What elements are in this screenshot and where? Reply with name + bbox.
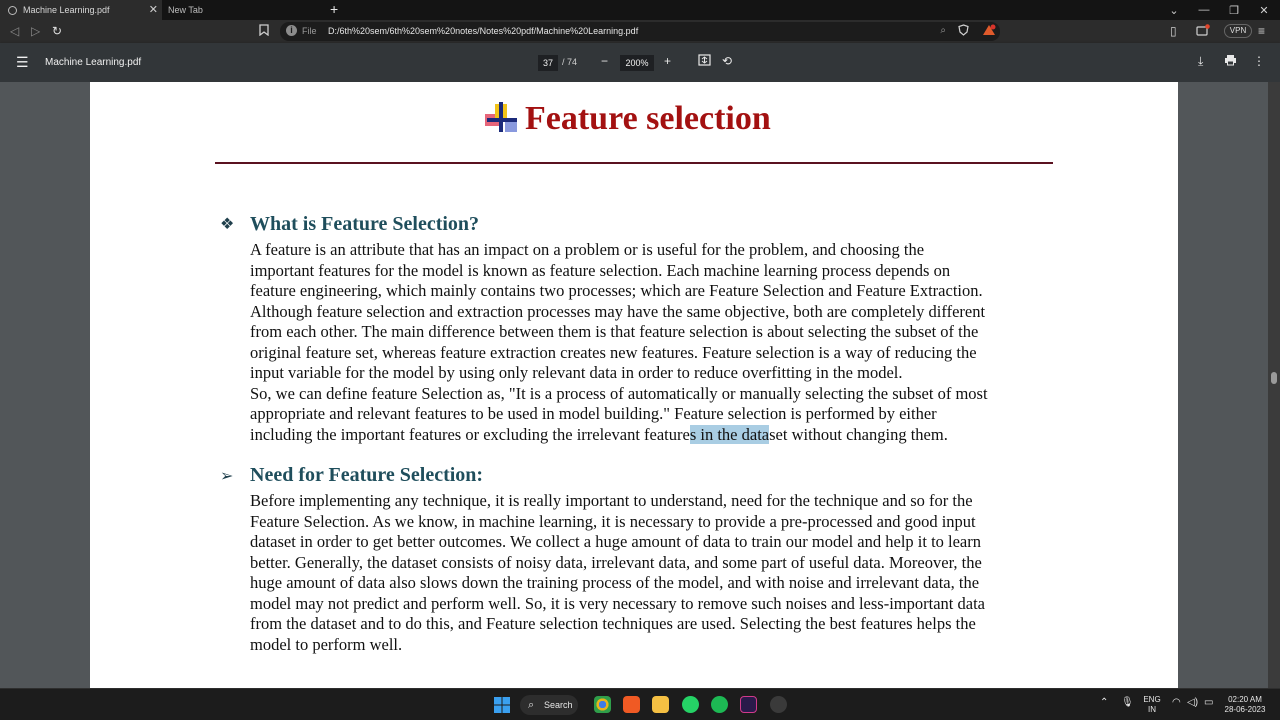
title-cross-icon <box>485 102 517 132</box>
rotate-icon[interactable]: ⟲ <box>722 54 732 68</box>
taskbar-search[interactable]: ⌕ Search <box>520 695 578 715</box>
text-line: important features for the model is know… <box>250 260 951 280</box>
title-rule <box>215 162 1053 164</box>
rewards-icon[interactable] <box>982 24 996 39</box>
zoom-level-input[interactable]: 200% <box>620 55 654 71</box>
section-paragraph: Before implementing any technique, it is… <box>250 491 1050 655</box>
globe-icon <box>8 5 17 15</box>
total-pages: / 74 <box>562 57 578 67</box>
chevron-up-icon[interactable]: ⌃ <box>1100 698 1108 708</box>
text-line: from the dataset and to do this, and Fea… <box>250 614 976 633</box>
minimize-button[interactable]: — <box>1190 0 1218 20</box>
forward-icon[interactable]: ▷ <box>31 24 40 38</box>
more-actions-icon[interactable]: ⋮ <box>1253 54 1265 68</box>
page-number-input[interactable]: 37 <box>538 55 558 71</box>
clock-date: 28-06-2023 <box>1224 705 1266 714</box>
text-line: model to perform well. <box>250 634 403 654</box>
media-app-icon[interactable] <box>740 696 757 713</box>
text-line: better. Generally, the dataset consists … <box>250 552 982 572</box>
address-bar[interactable]: i File D:/6th%20sem/6th%20sem%20notes/No… <box>280 22 1000 41</box>
pdf-page: Feature selection ❖ What is Feature Sele… <box>90 82 1178 688</box>
text-line: dataset in order to get better outcomes.… <box>250 532 982 551</box>
tab-label: New Tab <box>168 5 203 15</box>
text-fragment: set without changing them. <box>769 424 948 444</box>
chrome-icon[interactable] <box>594 696 611 713</box>
text-line: input variable for the model by using on… <box>250 363 903 382</box>
text-fragment: including the important features or excl… <box>250 424 690 444</box>
text-line: model may not predict and perform well. … <box>250 593 985 613</box>
text-line: So, we can define feature Selection as, … <box>250 383 988 403</box>
section-heading: Need for Feature Selection: <box>250 464 484 486</box>
scheme-label: File <box>302 26 317 36</box>
pdf-toolbar: ☰ Machine Learning.pdf 37 / 74 − 200% + … <box>0 43 1280 82</box>
brave-icon[interactable] <box>623 696 640 713</box>
tab-search-icon[interactable]: ⌄ <box>1160 0 1188 20</box>
diamond-bullet-icon: ❖ <box>220 216 235 233</box>
text-line-selected: including the important features or excl… <box>250 424 1050 446</box>
close-window-button[interactable]: ✕ <box>1250 0 1278 20</box>
info-icon[interactable]: i <box>286 25 297 36</box>
text-line: Although feature selection and extractio… <box>250 301 986 321</box>
document-title: Feature selection <box>525 100 771 137</box>
text-line: appropriate and relevant features to be … <box>250 404 937 423</box>
zoom-out-button[interactable]: − <box>601 54 608 68</box>
menu-icon[interactable]: ☰ <box>16 54 29 71</box>
zoom-in-button[interactable]: + <box>664 54 671 68</box>
vertical-scrollbar[interactable] <box>1268 82 1280 688</box>
windows-start-icon[interactable] <box>494 697 510 718</box>
microphone-icon[interactable]: 🎙 <box>1121 698 1134 708</box>
vpn-button[interactable]: VPN <box>1224 24 1252 38</box>
tab-label: Machine Learning.pdf <box>23 5 110 15</box>
language-code: ENG <box>1143 695 1161 704</box>
fit-page-icon[interactable] <box>698 54 711 69</box>
wifi-icon[interactable]: ◠ <box>1172 698 1181 708</box>
tab-machine-learning-pdf[interactable]: Machine Learning.pdf ✕ <box>0 0 162 20</box>
battery-icon[interactable]: ▭ <box>1204 698 1213 708</box>
sidebar-icon[interactable]: ▯ <box>1170 24 1177 38</box>
new-tab-button[interactable]: + <box>330 1 338 17</box>
browser-toolbar: ◁ ▷ ↻ i File D:/6th%20sem/6th%20sem%20no… <box>0 20 1280 43</box>
text-selection[interactable]: s in the data <box>689 424 770 444</box>
language-indicator[interactable]: ENG IN <box>1140 695 1164 715</box>
region-code: IN <box>1148 705 1156 714</box>
text-line: feature engineering, which mainly contai… <box>250 281 983 300</box>
file-explorer-icon[interactable] <box>652 696 669 713</box>
pdf-viewer[interactable]: Feature selection ❖ What is Feature Sele… <box>0 82 1280 688</box>
close-tab-icon[interactable]: ✕ <box>149 3 158 16</box>
spotify-icon[interactable] <box>711 696 728 713</box>
section-heading: What is Feature Selection? <box>250 213 480 235</box>
clock[interactable]: 02:20 AM 28-06-2023 <box>1222 695 1268 715</box>
search-label: Search <box>544 700 573 710</box>
text-line: Before implementing any technique, it is… <box>250 491 973 510</box>
tab-new-tab[interactable]: New Tab <box>162 0 322 20</box>
more-icon[interactable]: ≡ <box>1258 24 1265 38</box>
text-line: A feature is an attribute that has an im… <box>250 240 925 259</box>
download-icon[interactable]: ⤓ <box>1198 54 1203 69</box>
search-icon: ⌕ <box>528 699 535 711</box>
text-line: from each other. The main difference bet… <box>250 322 979 341</box>
back-icon[interactable]: ◁ <box>10 24 19 38</box>
url-text[interactable]: D:/6th%20sem/6th%20sem%20notes/Notes%20p… <box>328 26 638 36</box>
wallet-icon[interactable] <box>1196 24 1210 39</box>
text-line: original feature set, whereas feature ex… <box>250 342 977 362</box>
scrollbar-thumb[interactable] <box>1271 372 1277 384</box>
zoom-icon[interactable]: ⌕ <box>940 25 946 36</box>
pdf-title: Machine Learning.pdf <box>45 57 142 68</box>
settings-icon[interactable] <box>770 696 787 713</box>
shields-icon[interactable] <box>958 24 969 39</box>
bookmark-icon[interactable] <box>259 24 269 39</box>
section-paragraph: A feature is an attribute that has an im… <box>250 240 1050 445</box>
whatsapp-icon[interactable] <box>682 696 699 713</box>
windows-taskbar: ⌕ Search ⌃ 🎙 ENG IN ◠ ◁) ▭ 02:20 AM 28-0… <box>0 688 1280 720</box>
restore-button[interactable]: ❐ <box>1220 0 1248 20</box>
print-icon[interactable] <box>1224 54 1237 69</box>
text-line: Feature Selection. As we know, in machin… <box>250 511 976 531</box>
reload-icon[interactable]: ↻ <box>52 24 62 38</box>
arrow-bullet-icon: ➢ <box>220 468 234 485</box>
tab-strip: Machine Learning.pdf ✕ New Tab + ⌄ — ❐ ✕ <box>0 0 1280 20</box>
volume-icon[interactable]: ◁) <box>1187 698 1198 708</box>
clock-time: 02:20 AM <box>1228 695 1262 704</box>
text-line: huge amount of data also slows down the … <box>250 573 980 592</box>
